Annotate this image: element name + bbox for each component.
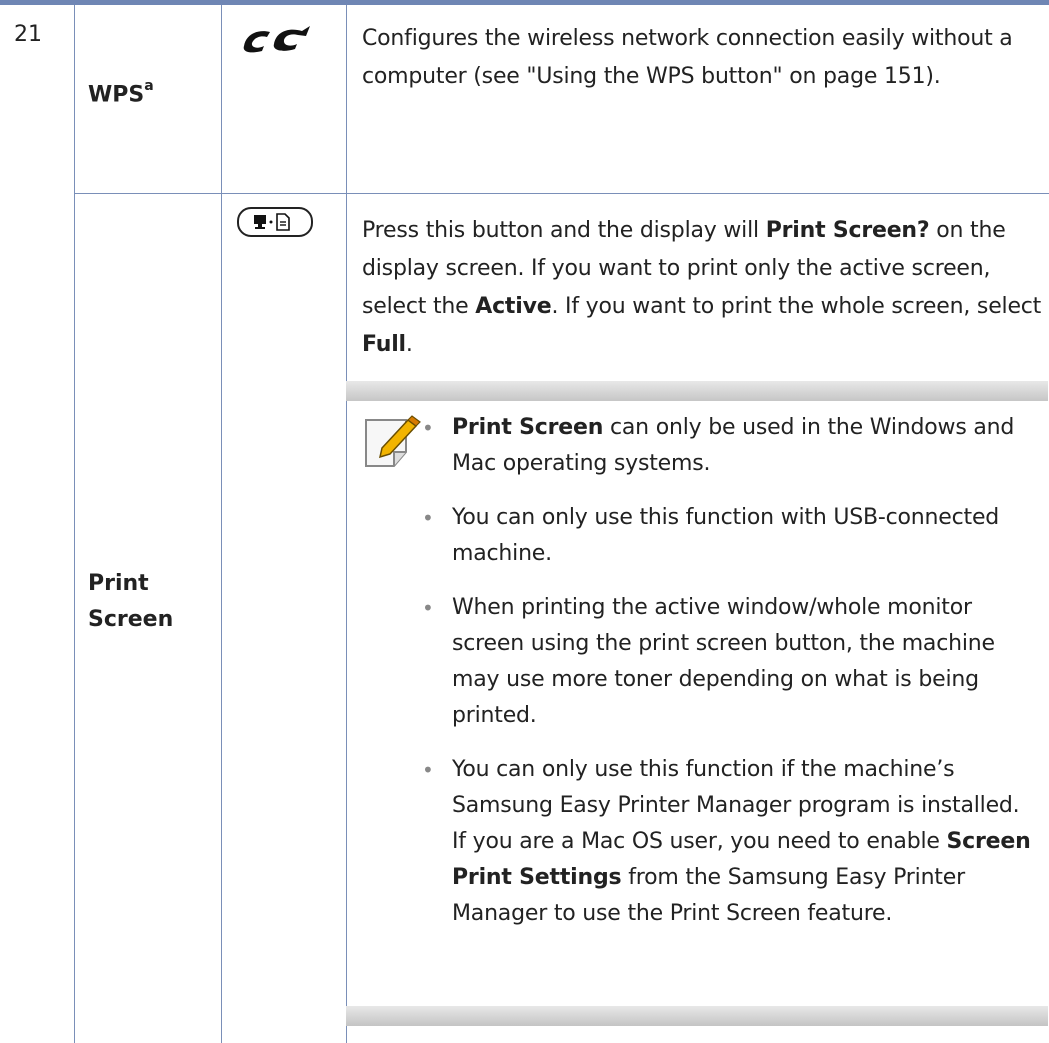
wps-icon — [243, 26, 310, 53]
table-top-border — [0, 0, 1049, 5]
column-divider — [346, 5, 347, 1043]
list-item: • You can only use this function with USB… — [422, 505, 1000, 566]
print-screen-label: Print Screen — [88, 571, 174, 632]
footnote-marker: a — [144, 78, 154, 94]
wps-description: Configures the wireless network connecti… — [362, 26, 1013, 89]
note-top-band — [346, 381, 1048, 401]
print-screen-button-icon — [237, 207, 313, 237]
column-divider — [221, 5, 222, 1043]
note-bottom-band — [346, 1006, 1048, 1026]
note-bullet-list: • Print Screen can only be used in the Wi… — [370, 410, 1040, 950]
row-divider — [74, 193, 1049, 194]
row-number: 21 — [14, 22, 42, 47]
list-item: • You can only use this function if the m… — [422, 757, 1031, 926]
list-item: • Print Screen can only be used in the Wi… — [422, 415, 1015, 476]
print-screen-description: Press this button and the display will P… — [362, 218, 1042, 357]
wps-label: WPSa — [88, 78, 154, 108]
list-item: • When printing the active window/whole m… — [422, 595, 995, 728]
column-divider — [74, 5, 75, 1043]
